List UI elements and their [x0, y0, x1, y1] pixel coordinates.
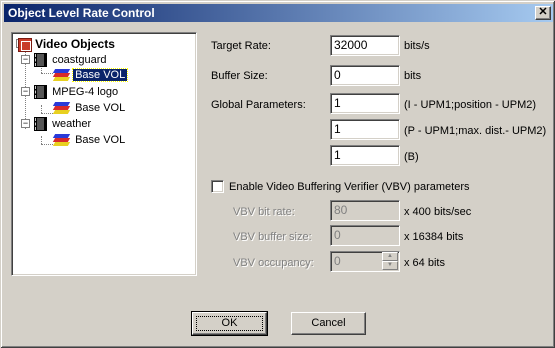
- tree-item-base-vol[interactable]: Base VOL: [52, 67, 129, 83]
- global-param-i-input[interactable]: 1: [330, 93, 400, 114]
- collapse-toggle[interactable]: −: [21, 119, 30, 128]
- vbv-occupancy-unit: x 64 bits: [404, 257, 445, 269]
- collapse-toggle[interactable]: −: [21, 87, 30, 96]
- buffer-size-label: Buffer Size:: [211, 70, 268, 82]
- tree-root-label: Video Objects: [35, 37, 115, 51]
- tree-item-coastguard[interactable]: coastguard: [34, 52, 109, 68]
- tree-item-label: MPEG-4 logo: [52, 86, 119, 98]
- global-param-p-input[interactable]: 1: [330, 119, 400, 140]
- tree-item-base-vol[interactable]: Base VOL: [52, 100, 127, 116]
- global-param-b-note: (B): [404, 151, 419, 163]
- cancel-button[interactable]: Cancel: [291, 312, 366, 335]
- vbv-enable-label[interactable]: Enable Video Buffering Verifier (VBV) pa…: [229, 181, 470, 193]
- video-objects-icon: [18, 38, 32, 53]
- target-rate-unit: bits/s: [404, 40, 430, 52]
- spin-down-icon[interactable]: ▼: [382, 261, 398, 270]
- film-strip-icon: [34, 117, 47, 132]
- tree-line: [41, 105, 42, 113]
- collapse-toggle[interactable]: −: [21, 55, 30, 64]
- tree-line: [41, 136, 42, 144]
- cancel-button-label: Cancel: [311, 317, 346, 329]
- tree-line: [41, 144, 53, 145]
- tree-line: [41, 73, 53, 74]
- focus-rect: [196, 316, 263, 331]
- vbv-buffer-size-unit: x 16384 bits: [404, 231, 464, 243]
- tree-item-label: Base VOL: [72, 68, 129, 82]
- vbv-occupancy-label: VBV occupancy:: [233, 257, 314, 269]
- buffer-size-unit: bits: [404, 70, 422, 82]
- spin-up-icon[interactable]: ▲: [382, 252, 398, 261]
- close-icon: ✕: [538, 6, 548, 18]
- vbv-occupancy-value: 0: [334, 254, 341, 268]
- layers-icon: [52, 101, 71, 115]
- global-param-b-input[interactable]: 1: [330, 145, 400, 166]
- tree-item-label: Base VOL: [75, 102, 126, 114]
- film-strip-icon: [34, 53, 47, 68]
- vbv-bit-rate-unit: x 400 bits/sec: [404, 206, 472, 218]
- tree-line: [41, 113, 53, 114]
- global-parameters-label: Global Parameters:: [211, 99, 306, 111]
- tree-item-mpeg4-logo[interactable]: MPEG-4 logo: [34, 84, 120, 100]
- ok-button[interactable]: OK: [191, 311, 268, 336]
- vbv-bit-rate-label: VBV bit rate:: [233, 206, 295, 218]
- layers-icon: [52, 133, 71, 147]
- tree-item-base-vol[interactable]: Base VOL: [52, 132, 127, 148]
- vbv-bit-rate-input[interactable]: 80: [330, 200, 400, 221]
- tree-root-node[interactable]: Video Objects: [18, 36, 115, 53]
- title-bar[interactable]: Object Level Rate Control ✕: [4, 4, 553, 22]
- target-rate-label: Target Rate:: [211, 40, 271, 52]
- tree-item-weather[interactable]: weather: [34, 116, 93, 132]
- vbv-buffer-size-label: VBV buffer size:: [233, 231, 312, 243]
- target-rate-input[interactable]: 32000: [330, 35, 400, 56]
- vbv-occupancy-spinner[interactable]: ▲ ▼: [382, 252, 398, 271]
- window-title: Object Level Rate Control: [8, 6, 155, 20]
- tree-item-label: weather: [52, 118, 92, 130]
- tree-item-label: coastguard: [52, 54, 107, 66]
- global-param-p-note: (P - UPM1;max. dist.- UPM2): [404, 125, 547, 137]
- vbv-buffer-size-input[interactable]: 0: [330, 225, 400, 246]
- vbv-enable-checkbox[interactable]: [211, 180, 224, 193]
- close-button[interactable]: ✕: [535, 6, 551, 20]
- video-objects-tree[interactable]: − Video Objects − coastguard Base VOL − …: [11, 32, 197, 276]
- object-level-rate-control-dialog: Object Level Rate Control ✕ − Video Obje…: [0, 0, 555, 348]
- film-strip-icon: [34, 85, 47, 100]
- global-param-i-note: (I - UPM1;position - UPM2): [404, 99, 537, 111]
- buffer-size-input[interactable]: 0: [330, 65, 400, 86]
- layers-icon: [52, 68, 71, 82]
- tree-item-label: Base VOL: [75, 134, 126, 146]
